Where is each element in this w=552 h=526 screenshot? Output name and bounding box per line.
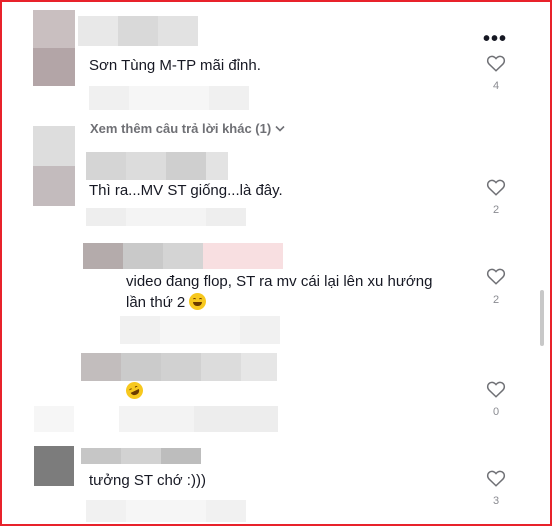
avatar[interactable]	[34, 446, 74, 486]
like-button[interactable]	[484, 178, 508, 196]
reply-author-redacted[interactable]	[83, 243, 283, 269]
heart-outline-icon	[486, 179, 506, 196]
heart-outline-icon	[486, 470, 506, 487]
username-redacted[interactable]	[78, 16, 198, 46]
view-more-replies-button[interactable]: Xem thêm câu trả lời khác (1)	[90, 121, 285, 136]
more-options-icon[interactable]: •••	[483, 28, 507, 51]
like-button[interactable]	[484, 267, 508, 285]
like-button[interactable]	[484, 469, 508, 487]
view-more-replies-label: Xem thêm câu trả lời khác (1)	[90, 121, 272, 136]
heart-outline-icon	[486, 268, 506, 285]
like-button[interactable]	[484, 380, 508, 398]
comment-text: Thì ra...MV ST giống...là đây.	[89, 182, 283, 199]
username-redacted[interactable]	[81, 448, 201, 464]
comment-text: Sơn Tùng M-TP mãi đỉnh.	[89, 57, 261, 74]
comment-text: tưởng ST chớ :)))	[89, 472, 206, 489]
like-count: 2	[492, 294, 500, 306]
comment-meta-redacted	[120, 316, 280, 344]
reply-author-redacted[interactable]	[81, 353, 277, 381]
like-button[interactable]	[484, 54, 508, 72]
chevron-down-icon	[275, 125, 285, 132]
like-count: 4	[492, 80, 500, 92]
avatar[interactable]	[33, 10, 75, 86]
reply-text: video đang flop, ST ra mv cái lại lên xu…	[126, 273, 433, 311]
rolling-laughing-emoji	[123, 379, 146, 402]
comment-meta-redacted	[89, 86, 249, 110]
like-count: 3	[492, 495, 500, 507]
comment-meta-redacted	[34, 406, 278, 432]
heart-outline-icon	[486, 55, 506, 72]
grinning-squint-emoji	[189, 293, 207, 310]
like-count: 2	[492, 204, 500, 216]
heart-outline-icon	[486, 381, 506, 398]
like-count: 0	[492, 406, 500, 418]
scrollbar[interactable]	[540, 290, 544, 346]
comment-meta-redacted	[86, 500, 246, 522]
comments-panel: Sơn Tùng M-TP mãi đỉnh. ••• 4 Xem thêm c…	[0, 0, 552, 526]
reply-content	[123, 379, 146, 402]
avatar[interactable]	[33, 126, 75, 206]
comment-meta-redacted	[86, 208, 246, 226]
username-redacted[interactable]	[86, 152, 228, 180]
